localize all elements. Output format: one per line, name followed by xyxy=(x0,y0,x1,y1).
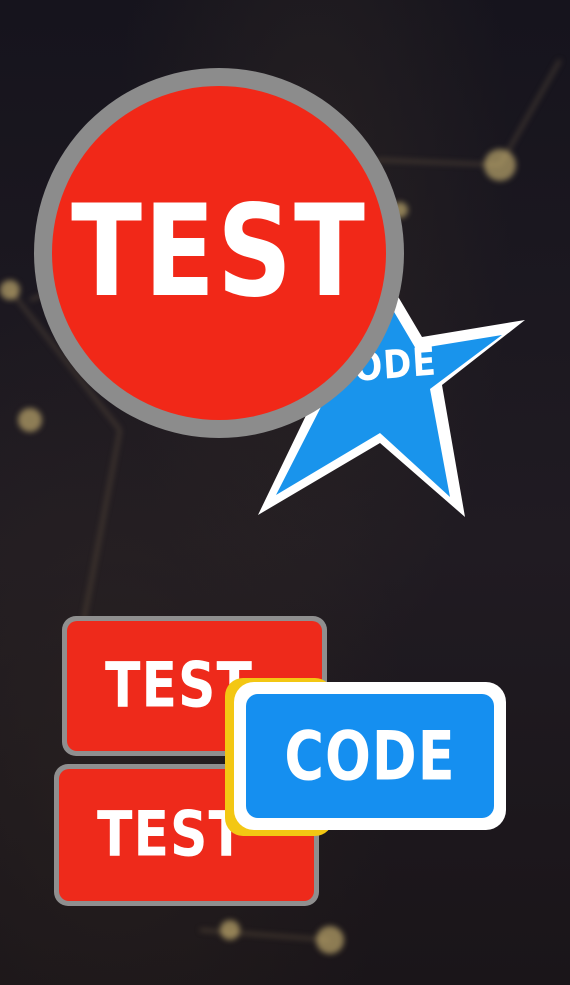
test-circle-badge[interactable]: TEST xyxy=(34,68,404,438)
code-button[interactable]: CODE xyxy=(234,682,506,830)
code-button-fill: CODE xyxy=(246,694,494,818)
circle-badge-fill: TEST xyxy=(52,86,386,420)
test-button-bottom-label: TEST xyxy=(97,799,245,871)
circle-badge-label: TEST xyxy=(71,176,367,326)
code-button-label: CODE xyxy=(284,716,456,796)
